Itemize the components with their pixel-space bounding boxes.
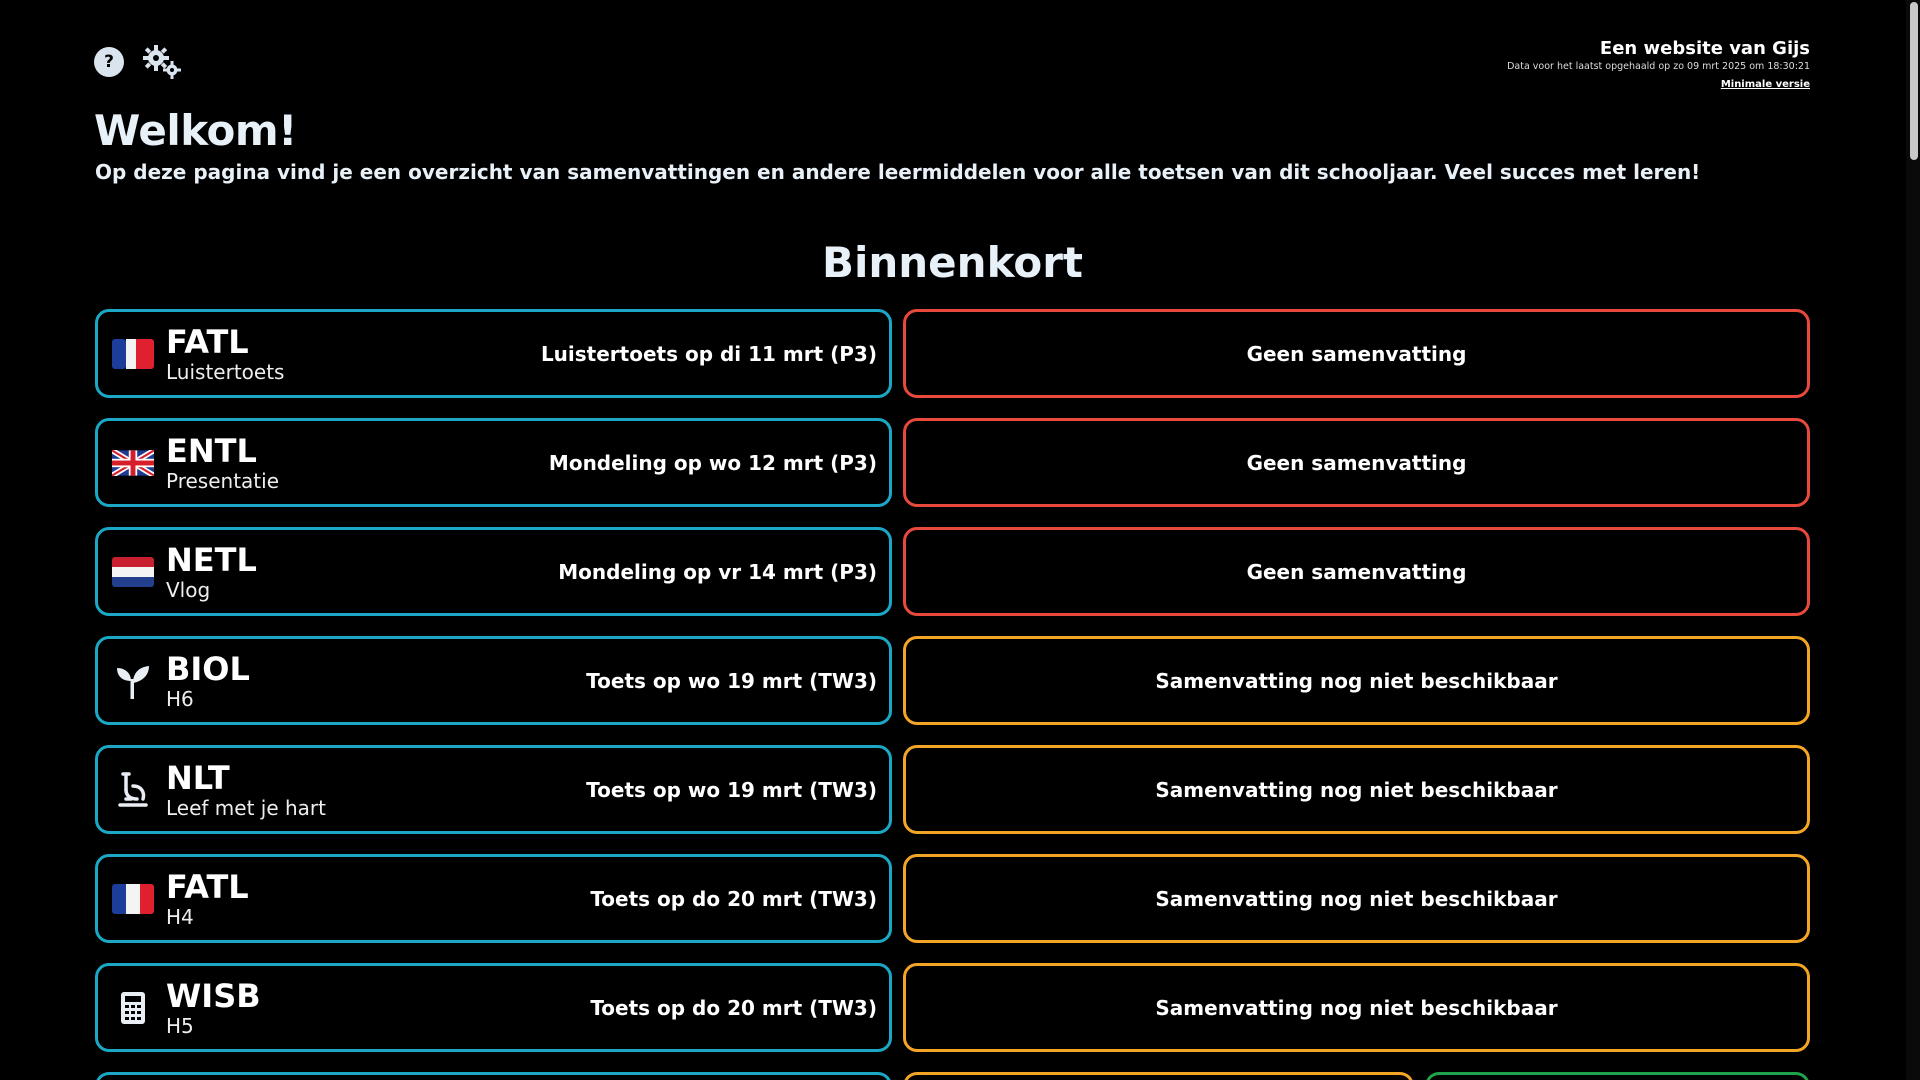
summary-card[interactable] <box>903 1072 1414 1080</box>
data-timestamp: Data voor het laatst opgehaald op zo 09 … <box>1507 61 1810 72</box>
credit-name: Gijs <box>1772 38 1810 59</box>
top-icons: ? <box>94 44 182 80</box>
scrollbar[interactable] <box>1906 0 1920 1080</box>
subject-card[interactable]: BIOL H6 Toets op wo 19 mrt (TW3) <box>95 636 892 725</box>
netherlands-flag-icon <box>112 551 154 593</box>
subject-topic: H5 <box>166 1013 194 1038</box>
exam-date: Mondeling op wo 12 mrt (P3) <box>548 450 877 475</box>
subject-topic: H6 <box>166 686 194 711</box>
subject-code: FATL <box>166 322 249 361</box>
page-title: Welkom! <box>94 106 297 155</box>
exam-date: Toets op wo 19 mrt (TW3) <box>586 668 877 693</box>
exam-date: Toets op do 20 mrt (TW3) <box>590 995 877 1020</box>
subject-card[interactable]: FATL H4 Toets op do 20 mrt (TW3) <box>95 854 892 943</box>
subject-topic: Leef met je hart <box>166 795 326 820</box>
subject-topic: Presentatie <box>166 468 279 493</box>
scrollbar-thumb[interactable] <box>1910 2 1918 160</box>
exam-date: Mondeling op vr 14 mrt (P3) <box>558 559 877 584</box>
help-icon[interactable]: ? <box>94 47 124 77</box>
calculator-icon <box>112 987 154 1029</box>
france-flag-icon <box>112 333 154 375</box>
subject-code: NETL <box>166 540 257 579</box>
exam-row: FATL Luistertoets Luistertoets op di 11 … <box>95 309 1810 398</box>
summary-card[interactable]: Samenvatting nog niet beschikbaar <box>903 854 1810 943</box>
subject-card[interactable]: ENTL Presentatie Mondeling op wo 12 mrt … <box>95 418 892 507</box>
credit: Een website van Gijs Data voor het laats… <box>1507 38 1810 91</box>
subject-card[interactable] <box>95 1072 892 1080</box>
subject-code: NLT <box>166 758 230 797</box>
subject-card[interactable]: NLT Leef met je hart Toets op wo 19 mrt … <box>95 745 892 834</box>
microscope-icon <box>112 769 154 811</box>
uk-flag-icon <box>112 442 154 484</box>
france-flag-icon <box>112 878 154 920</box>
exam-date: Toets op do 20 mrt (TW3) <box>590 886 877 911</box>
page: ? Een website van Gijs Data voor het laa… <box>0 0 1920 1080</box>
exam-row <box>95 1072 1810 1080</box>
exam-row: NETL Vlog Mondeling op vr 14 mrt (P3) Ge… <box>95 527 1810 616</box>
credit-main: Een website van Gijs <box>1507 38 1810 59</box>
exam-row: NLT Leef met je hart Toets op wo 19 mrt … <box>95 745 1810 834</box>
subject-code: WISB <box>166 976 261 1015</box>
exam-row: ENTL Presentatie Mondeling op wo 12 mrt … <box>95 418 1810 507</box>
resource-card[interactable] <box>1425 1072 1810 1080</box>
section-title: Binnenkort <box>821 238 1084 287</box>
subject-topic: H4 <box>166 904 194 929</box>
summary-card[interactable]: Geen samenvatting <box>903 527 1810 616</box>
summary-card[interactable]: Geen samenvatting <box>903 309 1810 398</box>
exam-row: FATL H4 Toets op do 20 mrt (TW3) Samenva… <box>95 854 1810 943</box>
summary-card[interactable]: Samenvatting nog niet beschikbaar <box>903 745 1810 834</box>
exam-date: Luistertoets op di 11 mrt (P3) <box>540 341 877 366</box>
summary-card[interactable]: Samenvatting nog niet beschikbaar <box>903 636 1810 725</box>
sprout-icon <box>112 660 154 702</box>
subject-code: ENTL <box>166 431 257 470</box>
summary-card[interactable]: Samenvatting nog niet beschikbaar <box>903 963 1810 1052</box>
minimal-version-link[interactable]: Minimale versie <box>1721 79 1810 90</box>
subject-card[interactable]: WISB H5 Toets op do 20 mrt (TW3) <box>95 963 892 1052</box>
subject-code: FATL <box>166 867 249 906</box>
summary-card[interactable]: Geen samenvatting <box>903 418 1810 507</box>
summary-split <box>903 1072 1810 1080</box>
subject-card[interactable]: NETL Vlog Mondeling op vr 14 mrt (P3) <box>95 527 892 616</box>
intro-text: Op deze pagina vind je een overzicht van… <box>95 160 1701 184</box>
gears-icon[interactable] <box>142 44 182 80</box>
subject-code: BIOL <box>166 649 250 688</box>
subject-card[interactable]: FATL Luistertoets Luistertoets op di 11 … <box>95 309 892 398</box>
exam-list: FATL Luistertoets Luistertoets op di 11 … <box>95 309 1810 1080</box>
credit-prefix: Een website van <box>1599 38 1766 59</box>
subject-topic: Luistertoets <box>166 359 285 384</box>
exam-date: Toets op wo 19 mrt (TW3) <box>586 777 877 802</box>
exam-row: BIOL H6 Toets op wo 19 mrt (TW3) Samenva… <box>95 636 1810 725</box>
subject-topic: Vlog <box>166 577 211 602</box>
exam-row: WISB H5 Toets op do 20 mrt (TW3) Samenva… <box>95 963 1810 1052</box>
